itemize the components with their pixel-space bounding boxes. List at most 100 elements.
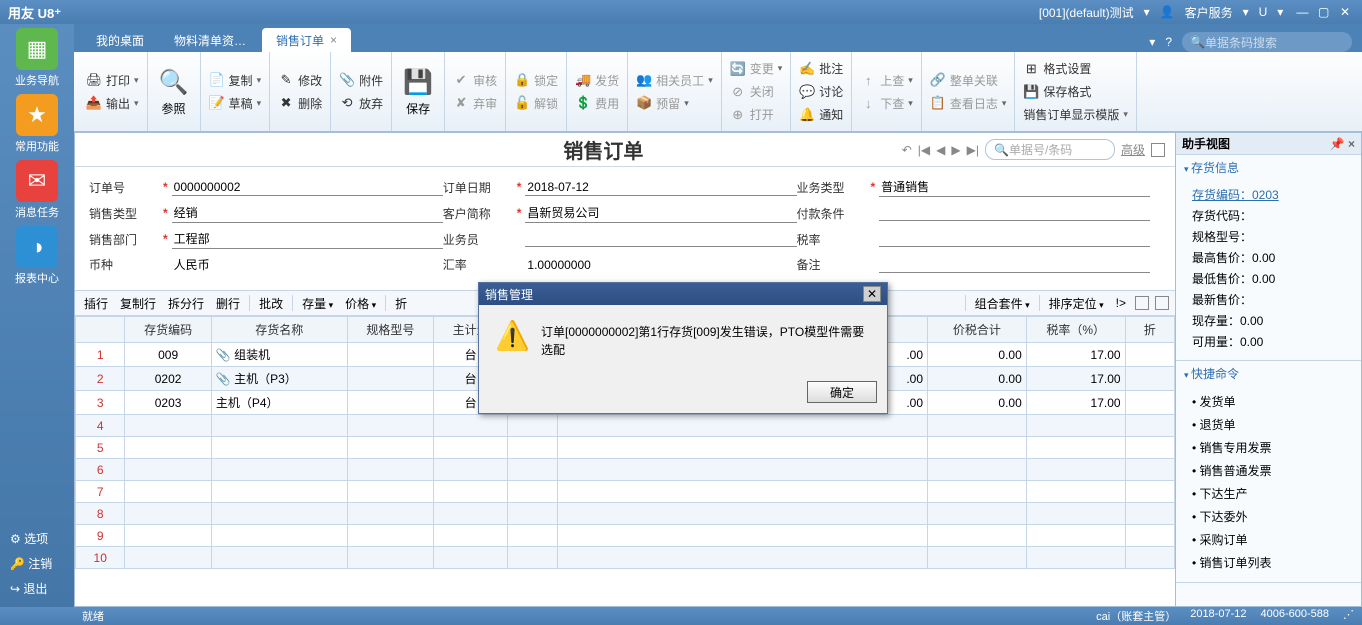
barcode-search[interactable]: 🔍 单据条码搜索 xyxy=(1182,32,1352,52)
delete-row[interactable]: 删行 xyxy=(213,295,243,312)
u-menu[interactable]: U xyxy=(1259,5,1268,19)
col-header[interactable]: 规格型号 xyxy=(347,317,433,343)
grid-opt2[interactable] xyxy=(1155,296,1169,310)
sale-type-field[interactable]: 经销 xyxy=(172,203,443,223)
help-icon[interactable]: ? xyxy=(1165,35,1172,49)
reserve-button[interactable]: 📦预留 xyxy=(634,93,715,114)
audit-button[interactable]: ✔审核 xyxy=(451,70,499,91)
downquery-button[interactable]: ↓下查 xyxy=(858,93,915,114)
delete-button[interactable]: ✖删除 xyxy=(276,93,324,114)
table-row[interactable]: 5 xyxy=(76,437,1175,459)
status-handle-icon[interactable]: ⋰ xyxy=(1343,608,1354,624)
nav-messages[interactable]: ✉消息任务 xyxy=(7,160,67,220)
discuss-button[interactable]: 💬讨论 xyxy=(797,81,845,102)
quick-cmd-item[interactable]: 采购订单 xyxy=(1192,528,1351,551)
quick-cmd-item[interactable]: 退货单 xyxy=(1192,413,1351,436)
sec-inventory-info[interactable]: 存货信息 xyxy=(1176,155,1361,180)
table-row[interactable]: 7 xyxy=(76,481,1175,503)
grid-opt1[interactable] xyxy=(1135,296,1149,310)
pin-icon[interactable]: 📌 × xyxy=(1330,137,1355,151)
reference-button[interactable]: 🔍参照 xyxy=(154,64,194,119)
order-no-field[interactable]: 0000000002 xyxy=(172,179,443,196)
col-header[interactable]: 存货编码 xyxy=(125,317,211,343)
ship-button[interactable]: 🚚发货 xyxy=(573,70,621,91)
inv-code-link[interactable]: 存货编码：0203 xyxy=(1192,184,1351,205)
batch-modify[interactable]: 批改 xyxy=(256,295,286,312)
stock-dd[interactable]: 存量 xyxy=(299,295,336,312)
quick-cmd-item[interactable]: 销售普通发票 xyxy=(1192,459,1351,482)
close-button[interactable]: ✕ xyxy=(1336,5,1354,19)
attach-button[interactable]: 📎附件 xyxy=(337,70,385,91)
nav-business[interactable]: ▦业务导航 xyxy=(7,28,67,88)
insert-row[interactable]: 插行 xyxy=(81,295,111,312)
tabs-dd-icon[interactable]: ▾ xyxy=(1149,35,1155,49)
nav-favorites[interactable]: ★常用功能 xyxy=(7,94,67,154)
copy-row[interactable]: 复制行 xyxy=(117,295,159,312)
dept-field[interactable]: 工程部 xyxy=(172,229,443,249)
close-tab-icon[interactable]: × xyxy=(330,33,337,47)
exit-link[interactable]: 退出 xyxy=(0,576,74,601)
nav-reports[interactable]: ◑报表中心 xyxy=(7,226,67,286)
kit-dd[interactable]: 组合套件 xyxy=(972,295,1033,312)
discount-btn[interactable]: 折 xyxy=(392,295,410,312)
output-button[interactable]: 📤输出 xyxy=(84,93,141,114)
tab-bom[interactable]: 物料清单资… xyxy=(160,28,260,52)
col-header[interactable] xyxy=(76,317,125,343)
tab-desktop[interactable]: 我的桌面 xyxy=(82,28,158,52)
draft-button[interactable]: 📝草稿 xyxy=(207,93,264,114)
change-button[interactable]: 🔄变更 xyxy=(728,58,785,79)
salesman-field[interactable] xyxy=(525,231,796,247)
table-row[interactable]: 8 xyxy=(76,503,1175,525)
order-date-field[interactable]: 2018-07-12 xyxy=(525,179,796,196)
notify-button[interactable]: 🔔通知 xyxy=(797,104,845,125)
quick-cmd-item[interactable]: 销售订单列表 xyxy=(1192,551,1351,574)
tax-rate-field[interactable] xyxy=(879,231,1150,247)
biz-type-field[interactable]: 普通销售 xyxy=(879,177,1150,197)
full-link-button[interactable]: 🔗整单关联 xyxy=(928,70,1009,91)
account-label[interactable]: [001](default)测试 xyxy=(1039,4,1134,21)
quick-cmd-item[interactable]: 销售专用发票 xyxy=(1192,436,1351,459)
display-template-button[interactable]: 销售订单显示模版 xyxy=(1021,104,1130,125)
advanced-search[interactable]: 高级 xyxy=(1121,141,1145,158)
modify-button[interactable]: ✎修改 xyxy=(276,70,324,91)
dialog-close-icon[interactable]: ✕ xyxy=(863,286,881,302)
col-header[interactable]: 折 xyxy=(1125,317,1174,343)
rel-staff-button[interactable]: 👥相关员工 xyxy=(634,70,715,91)
ok-button[interactable]: 确定 xyxy=(807,381,877,403)
lock-button[interactable]: 🔒锁定 xyxy=(512,70,560,91)
quick-cmd-item[interactable]: 下达生产 xyxy=(1192,482,1351,505)
copy-button[interactable]: 📄复制 xyxy=(207,70,264,91)
nav-prev-icon[interactable]: ◀ xyxy=(936,143,945,157)
options-link[interactable]: 选项 xyxy=(0,526,74,551)
customer-field[interactable]: 昌新贸易公司 xyxy=(525,203,796,223)
nav-first-icon[interactable]: |◀ xyxy=(918,143,930,157)
quick-cmd-item[interactable]: 发货单 xyxy=(1192,390,1351,413)
table-row[interactable]: 6 xyxy=(76,459,1175,481)
customer-service[interactable]: 客户服务 xyxy=(1185,4,1233,21)
view-log-button[interactable]: 📋查看日志 xyxy=(928,93,1009,114)
account-dd-icon[interactable]: ▾ xyxy=(1144,5,1150,19)
pay-terms-field[interactable] xyxy=(879,205,1150,221)
minimize-button[interactable]: — xyxy=(1293,5,1311,19)
fee-button[interactable]: 💲费用 xyxy=(573,93,621,114)
print-button[interactable]: 🖨打印 xyxy=(84,70,141,91)
open-doc-button[interactable]: ⊕打开 xyxy=(728,104,785,125)
nav-next-icon[interactable]: ▶ xyxy=(951,143,960,157)
table-row[interactable]: 9 xyxy=(76,525,1175,547)
save-button[interactable]: 💾保存 xyxy=(398,64,438,119)
abandon-button[interactable]: ⟲放弃 xyxy=(337,93,385,114)
col-header[interactable]: 价税合计 xyxy=(928,317,1027,343)
table-row[interactable]: 10 xyxy=(76,547,1175,569)
table-row[interactable]: 4 xyxy=(76,415,1175,437)
tab-sales-order[interactable]: 销售订单× xyxy=(262,28,351,52)
col-header[interactable]: 存货名称 xyxy=(211,317,347,343)
save-format-button[interactable]: 💾保存格式 xyxy=(1021,81,1130,102)
doc-search-input[interactable]: 🔍 单据号/条码 xyxy=(985,139,1115,160)
more-tb[interactable]: !> xyxy=(1113,296,1129,310)
split-row[interactable]: 拆分行 xyxy=(165,295,207,312)
quick-cmd-item[interactable]: 下达委外 xyxy=(1192,505,1351,528)
unlock-button[interactable]: 🔓解锁 xyxy=(512,93,560,114)
upquery-button[interactable]: ↑上查 xyxy=(858,70,915,91)
format-set-button[interactable]: ⊞格式设置 xyxy=(1021,58,1130,79)
price-dd[interactable]: 价格 xyxy=(342,295,379,312)
